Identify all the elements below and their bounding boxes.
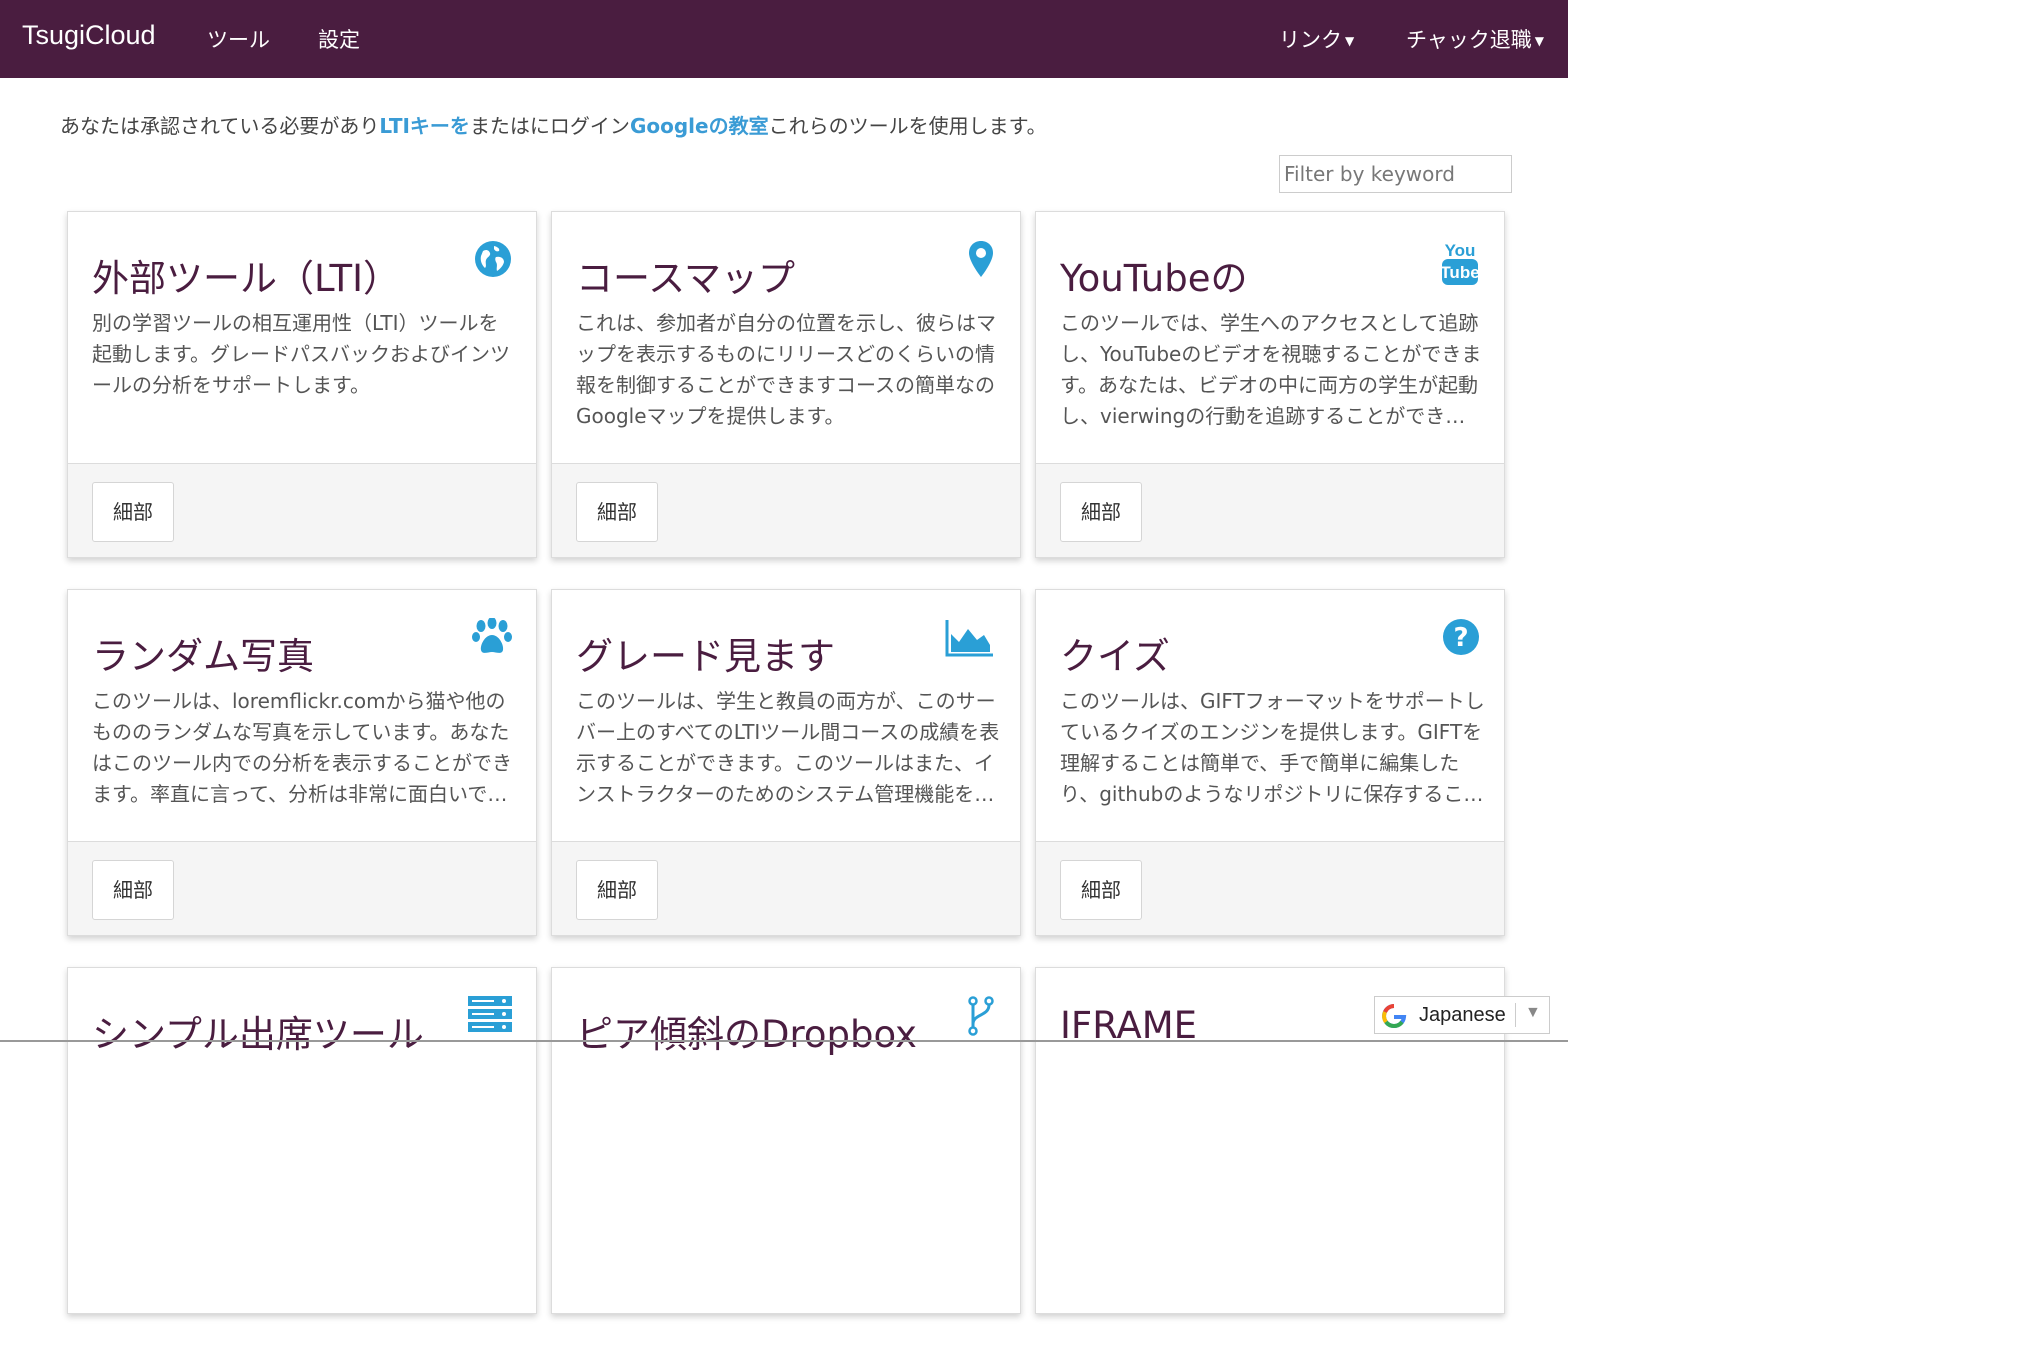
card-title: シンプル出席ツール (92, 1013, 424, 1056)
divider (1515, 1003, 1516, 1027)
card-title: YouTubeの (1060, 257, 1248, 300)
google-classroom-link[interactable]: Googleの教室 (630, 114, 769, 138)
card-title: ランダム写真 (92, 635, 314, 678)
nav-links-dropdown[interactable]: リンク ▼ (1279, 24, 1354, 54)
tool-card: ランダム写真 このツールは、loremflickr.comから猫や他のもののラン… (67, 589, 537, 936)
nav-links-label: リンク (1279, 28, 1342, 52)
card-title: 外部ツール（LTI） (92, 257, 401, 300)
card-description: このツールは、loremflickr.comから猫や他のもののランダムな写真を示… (92, 689, 512, 806)
details-button[interactable]: 細部 (576, 860, 658, 920)
card-footer: 細部 (68, 463, 536, 557)
tool-card: シンプル出席ツール (67, 967, 537, 1314)
intro-text: あなたは承認されている必要がありLTIキーをまたはにログインGoogleの教室こ… (60, 110, 1047, 139)
divider (0, 1040, 1568, 1042)
card-title: グレード見ます (576, 635, 835, 678)
nav-user-label: チャック退職 (1406, 28, 1532, 52)
map-marker-icon (968, 240, 994, 282)
dropdown-arrow-icon: ▼ (1525, 1004, 1541, 1021)
svg-text:Tube: Tube (1440, 263, 1479, 282)
card-footer: 細部 (552, 463, 1020, 557)
intro-text-1: あなたは承認されている必要があり (60, 114, 380, 138)
card-description: このツールでは、学生へのアクセスとして追跡し、YouTubeのビデオを視聴するこ… (1060, 311, 1482, 428)
navbar: TsugiCloud ツール 設定 リンク ▼ チャック退職 ▼ (0, 0, 1568, 78)
code-fork-icon (968, 996, 994, 1040)
server-icon (468, 996, 512, 1038)
details-button[interactable]: 細部 (92, 482, 174, 542)
globe-icon (474, 240, 512, 282)
card-title: ピア傾斜のDropbox (576, 1013, 917, 1056)
intro-text-3: これらのツールを使用します。 (768, 114, 1047, 138)
card-description: このツールは、学生と教員の両方が、このサーバー上のすべてのLTIツール間コースの… (576, 689, 1000, 806)
details-button[interactable]: 細部 (92, 860, 174, 920)
paw-icon (472, 617, 512, 660)
details-button[interactable]: 細部 (1060, 482, 1142, 542)
svg-text:?: ? (1453, 623, 1468, 653)
card-description: 別の学習ツールの相互運用性（LTI）ツールを起動します。グレードパスバックおよび… (92, 311, 510, 397)
google-icon (1381, 1003, 1407, 1035)
tool-card: YouTubeの You Tube このツールでは、学生へのアクセスとして追跡し… (1035, 211, 1505, 558)
caret-down-icon: ▼ (1345, 34, 1355, 48)
tool-card: コースマップ これは、参加者が自分の位置を示し、彼らはマップを表示するものにリリ… (551, 211, 1021, 558)
caret-down-icon: ▼ (1534, 34, 1545, 48)
brand-link[interactable]: TsugiCloud (22, 20, 156, 51)
nav-user-dropdown[interactable]: チャック退職 ▼ (1406, 24, 1544, 54)
card-title: クイズ (1060, 635, 1170, 678)
lti-key-link[interactable]: LTIキーを (379, 114, 470, 138)
card-description: このツールは、GIFTフォーマットをサポートしているクイズのエンジンを提供します… (1060, 689, 1485, 806)
card-title: コースマップ (576, 257, 796, 300)
details-button[interactable]: 細部 (576, 482, 658, 542)
filter-input[interactable] (1279, 155, 1512, 193)
tool-card: クイズ ? このツールは、GIFTフォーマットをサポートしているクイズのエンジン… (1035, 589, 1505, 936)
card-footer: 細部 (68, 841, 536, 935)
language-selector[interactable]: Japanese ▼ (1374, 996, 1550, 1034)
intro-text-2: またはにログイン (469, 114, 630, 138)
card-footer: 細部 (552, 841, 1020, 935)
question-circle-icon: ? (1442, 618, 1480, 660)
card-footer: 細部 (1036, 841, 1504, 935)
details-button[interactable]: 細部 (1060, 860, 1142, 920)
tool-card: グレード見ます このツールは、学生と教員の両方が、このサーバー上のすべてのLTI… (551, 589, 1021, 936)
area-chart-icon (944, 618, 994, 662)
language-label: Japanese (1419, 1004, 1506, 1026)
svg-text:You: You (1445, 241, 1476, 260)
tool-card: 外部ツール（LTI） 別の学習ツールの相互運用性（LTI）ツールを起動します。グ… (67, 211, 537, 558)
youtube-icon: You Tube (1440, 240, 1480, 290)
tool-card: ピア傾斜のDropbox (551, 967, 1021, 1314)
card-footer: 細部 (1036, 463, 1504, 557)
nav-tools[interactable]: ツール (207, 24, 270, 54)
nav-settings[interactable]: 設定 (318, 24, 360, 54)
card-description: これは、参加者が自分の位置を示し、彼らはマップを表示するものにリリースどのくらい… (576, 311, 996, 428)
